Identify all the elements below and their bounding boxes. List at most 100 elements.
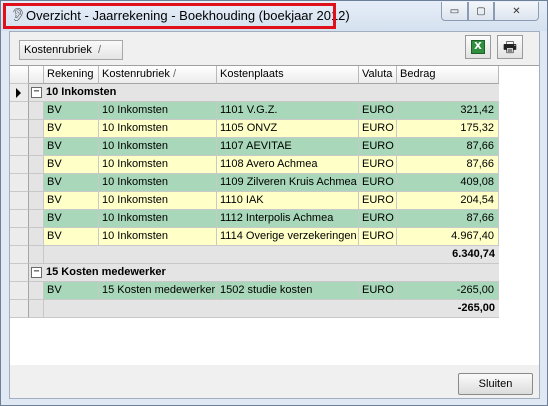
cell-kostenrubriek[interactable]: 10 Inkomsten: [99, 174, 217, 192]
cell-kostenplaats[interactable]: 1110 IAK: [217, 192, 359, 210]
cell-rekening[interactable]: BV: [44, 174, 99, 192]
row-selector[interactable]: [10, 192, 29, 210]
close-button[interactable]: Sluiten: [458, 373, 533, 395]
cell-kostenrubriek[interactable]: 10 Inkomsten: [99, 138, 217, 156]
table-row[interactable]: BV 10 Inkomsten 1105 ONVZ EURO 175,32: [44, 120, 499, 138]
row-selector[interactable]: [10, 138, 29, 156]
cell-kostenplaats[interactable]: 1502 studie kosten: [217, 282, 359, 300]
group-by-kostenrubriek[interactable]: Kostenrubriek /: [19, 40, 123, 60]
column-header-rekening[interactable]: Rekening: [44, 66, 99, 84]
row-selector[interactable]: [10, 174, 29, 192]
client-area: Kostenrubriek / X 🖶 Rekening Kostenrubri…: [9, 31, 540, 399]
cell-rekening[interactable]: BV: [44, 120, 99, 138]
group-row[interactable]: − 15 Kosten medewerker: [29, 264, 499, 282]
column-header-bedrag[interactable]: Bedrag: [397, 66, 499, 84]
cell-kostenplaats[interactable]: 1101 V.G.Z.: [217, 102, 359, 120]
collapse-icon[interactable]: −: [31, 267, 42, 278]
row-selector[interactable]: [10, 264, 29, 282]
app-window: 👂︎ Overzicht - Jaarrekening - Boekhoudin…: [0, 0, 548, 406]
cell-kostenplaats[interactable]: 1109 Zilveren Kruis Achmea: [217, 174, 359, 192]
cell-valuta[interactable]: EURO: [359, 228, 397, 246]
maximize-icon: ▢: [476, 5, 486, 17]
cell-valuta[interactable]: EURO: [359, 210, 397, 228]
table-row[interactable]: BV 10 Inkomsten 1112 Interpolis Achmea E…: [44, 210, 499, 228]
cell-kostenrubriek[interactable]: 10 Inkomsten: [99, 156, 217, 174]
title-highlight-box: [3, 3, 336, 29]
row-selector-header: [10, 66, 29, 84]
cell-valuta[interactable]: EURO: [359, 174, 397, 192]
cell-valuta[interactable]: EURO: [359, 192, 397, 210]
cell-bedrag[interactable]: 87,66: [397, 138, 499, 156]
cell-kostenplaats[interactable]: 1114 Overige verzekeringen: [217, 228, 359, 246]
cell-rekening[interactable]: BV: [44, 192, 99, 210]
cell-rekening[interactable]: BV: [44, 228, 99, 246]
cell-kostenplaats[interactable]: 1108 Avero Achmea: [217, 156, 359, 174]
cell-kostenrubriek[interactable]: 15 Kosten medewerker: [99, 282, 217, 300]
group-total: -265,00: [457, 302, 495, 314]
table-row[interactable]: BV 10 Inkomsten 1107 AEVITAE EURO 87,66: [44, 138, 499, 156]
cell-valuta[interactable]: EURO: [359, 102, 397, 120]
cell-valuta[interactable]: EURO: [359, 138, 397, 156]
cell-bedrag[interactable]: 4.967,40: [397, 228, 499, 246]
table-row[interactable]: BV 10 Inkomsten 1101 V.G.Z. EURO 321,42: [44, 102, 499, 120]
row-selector[interactable]: [10, 282, 29, 300]
table-row[interactable]: BV 10 Inkomsten 1108 Avero Achmea EURO 8…: [44, 156, 499, 174]
cell-rekening[interactable]: BV: [44, 156, 99, 174]
row-selector[interactable]: [10, 300, 29, 318]
group-label: 15 Kosten medewerker: [46, 266, 166, 278]
cell-rekening[interactable]: BV: [44, 210, 99, 228]
minimize-icon: ▭: [449, 5, 460, 17]
cell-rekening[interactable]: BV: [44, 282, 99, 300]
table-row[interactable]: BV 10 Inkomsten 1114 Overige verzekering…: [44, 228, 499, 246]
group-label: 10 Inkomsten: [46, 86, 117, 98]
row-selector[interactable]: [10, 156, 29, 174]
row-selector[interactable]: [10, 228, 29, 246]
row-selector[interactable]: [10, 246, 29, 264]
cell-kostenplaats[interactable]: 1105 ONVZ: [217, 120, 359, 138]
row-selector[interactable]: [10, 120, 29, 138]
collapse-icon[interactable]: −: [31, 87, 42, 98]
cell-valuta[interactable]: EURO: [359, 156, 397, 174]
column-header-kostenplaats[interactable]: Kostenplaats: [217, 66, 359, 84]
table-row[interactable]: BV 15 Kosten medewerker 1502 studie kost…: [44, 282, 499, 300]
minimize-button[interactable]: ▭: [441, 2, 468, 21]
export-excel-button[interactable]: X: [465, 35, 491, 59]
cell-bedrag[interactable]: 175,32: [397, 120, 499, 138]
row-selector[interactable]: [10, 102, 29, 120]
cell-kostenrubriek[interactable]: 10 Inkomsten: [99, 210, 217, 228]
cell-bedrag[interactable]: 321,42: [397, 102, 499, 120]
cell-kostenrubriek[interactable]: 10 Inkomsten: [99, 120, 217, 138]
cell-kostenrubriek[interactable]: 10 Inkomsten: [99, 228, 217, 246]
maximize-button[interactable]: ▢: [468, 2, 494, 21]
excel-export-icon: X: [471, 40, 485, 54]
data-grid[interactable]: Rekening Kostenrubriek / Kostenplaats Va…: [10, 65, 539, 365]
cell-bedrag[interactable]: -265,00: [397, 282, 499, 300]
column-header-kostenrubriek[interactable]: Kostenrubriek /: [99, 66, 217, 84]
cell-bedrag[interactable]: 87,66: [397, 210, 499, 228]
title-bar[interactable]: 👂︎ Overzicht - Jaarrekening - Boekhoudin…: [1, 1, 547, 31]
table-row[interactable]: BV 10 Inkomsten 1109 Zilveren Kruis Achm…: [44, 174, 499, 192]
print-button[interactable]: 🖶: [497, 35, 523, 59]
column-header-valuta[interactable]: Valuta: [359, 66, 397, 84]
printer-icon: 🖶: [502, 37, 518, 56]
cell-kostenplaats[interactable]: 1112 Interpolis Achmea: [217, 210, 359, 228]
row-selector[interactable]: [10, 210, 29, 228]
cell-valuta[interactable]: EURO: [359, 282, 397, 300]
cell-kostenrubriek[interactable]: 10 Inkomsten: [99, 192, 217, 210]
sort-indicator: /: [97, 44, 101, 56]
table-row[interactable]: BV 10 Inkomsten 1110 IAK EURO 204,54: [44, 192, 499, 210]
group-row[interactable]: − 10 Inkomsten: [29, 84, 499, 102]
cell-rekening[interactable]: BV: [44, 102, 99, 120]
cell-rekening[interactable]: BV: [44, 138, 99, 156]
cell-valuta[interactable]: EURO: [359, 120, 397, 138]
cell-bedrag[interactable]: 204,54: [397, 192, 499, 210]
indent-header: [29, 66, 44, 84]
cell-kostenrubriek[interactable]: 10 Inkomsten: [99, 102, 217, 120]
close-icon: ✕: [512, 5, 521, 17]
close-window-button[interactable]: ✕: [494, 2, 539, 21]
cell-kostenplaats[interactable]: 1107 AEVITAE: [217, 138, 359, 156]
group-by-label: Kostenrubriek: [24, 44, 92, 56]
row-selector[interactable]: [10, 84, 29, 102]
cell-bedrag[interactable]: 409,08: [397, 174, 499, 192]
cell-bedrag[interactable]: 87,66: [397, 156, 499, 174]
